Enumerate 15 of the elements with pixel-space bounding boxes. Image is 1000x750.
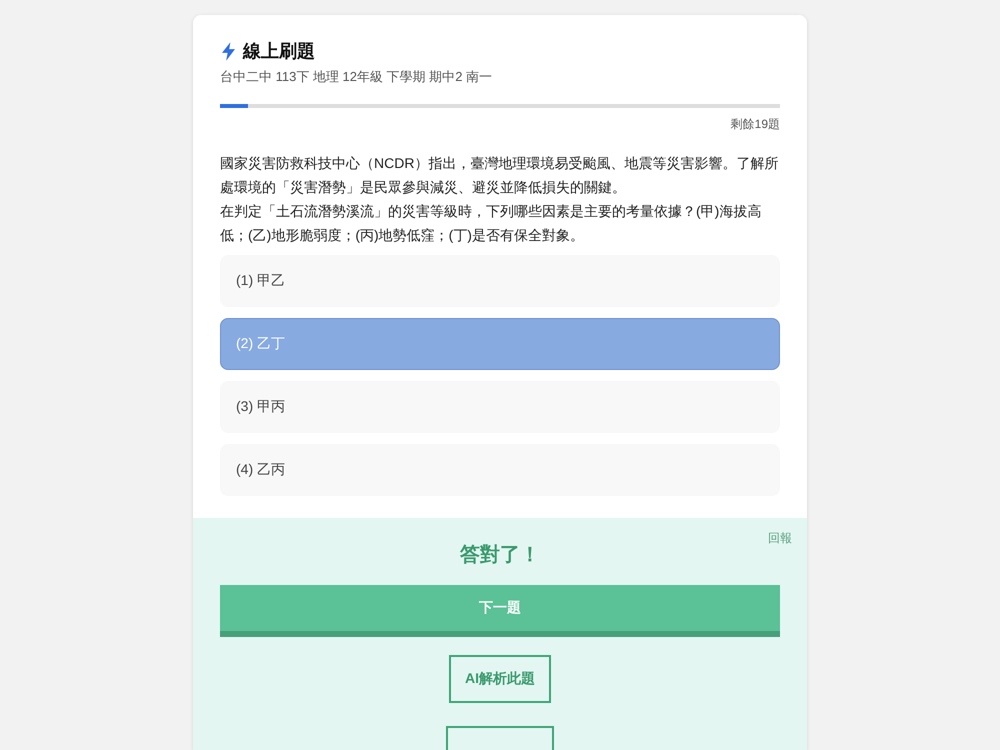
answer-option[interactable]: (3) 甲丙 bbox=[220, 381, 780, 433]
answer-option[interactable]: (1) 甲乙 bbox=[220, 255, 780, 307]
cut-off-button[interactable] bbox=[446, 726, 554, 750]
next-question-button[interactable]: 下一題 bbox=[220, 585, 780, 637]
answer-option[interactable]: (2) 乙丁 bbox=[220, 318, 780, 370]
exam-subtitle: 台中二中 113下 地理 12年級 下學期 期中2 南一 bbox=[220, 68, 494, 86]
remaining-count: 剩餘19題 bbox=[730, 116, 780, 132]
question-text: 國家災害防救科技中心（NCDR）指出，臺灣地理環境易受颱風、地震等災害影響。了解所處環境的「災害潛勢」是民眾參與減災、避災並降低損失的關鍵。 bbox=[220, 154, 780, 197]
answer-option[interactable]: (4) 乙丙 bbox=[220, 444, 780, 496]
question-text: 在判定「土石流潛勢溪流」的災害等級時，下列哪些因素是主要的考量依據？(甲)海拔高低；(乙)地形脆弱度；(丙)地勢低窪；(丁)是否有保全對象。 bbox=[220, 202, 762, 245]
report-link[interactable]: 回報 bbox=[768, 530, 792, 546]
result-message: 答對了！ bbox=[460, 543, 540, 568]
page-title: 線上刷題 bbox=[243, 40, 315, 63]
lightning-icon bbox=[222, 42, 235, 60]
ai-analysis-button[interactable]: AI解析此題 bbox=[449, 655, 551, 703]
